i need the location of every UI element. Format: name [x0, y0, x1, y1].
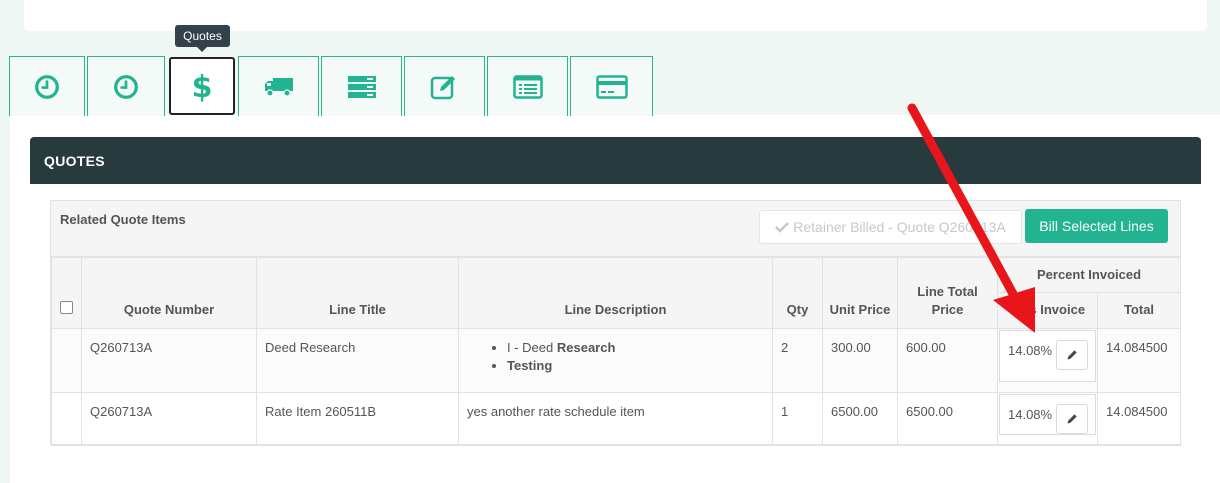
table-row: Q260713A Rate Item 260511B yes another r…: [51, 392, 1182, 446]
col-unit-price: Unit Price: [822, 257, 898, 329]
col-percent-invoiced: Percent Invoiced: [996, 257, 1182, 293]
server-icon: [347, 75, 376, 98]
cell-this-invoice: 14.08%: [997, 392, 1098, 446]
cell-total: 14.084500: [1096, 392, 1182, 446]
cell-line-description: I - Deed Research Testing: [458, 328, 773, 393]
row-select-cell: [51, 392, 82, 446]
invoice-percent-box: 14.08%: [999, 330, 1096, 382]
edit-icon: [430, 75, 455, 99]
truck-icon: [264, 77, 293, 97]
table-row: Q260713A Deed Research I - Deed Research…: [51, 328, 1182, 393]
col-qty: Qty: [772, 257, 823, 329]
select-all-checkbox[interactable]: [60, 301, 73, 314]
check-icon: [775, 222, 790, 233]
svg-text:$: $: [192, 70, 212, 102]
retainer-billed-button[interactable]: Retainer Billed - Quote Q260713A: [759, 210, 1022, 244]
col-line-description: Line Description: [458, 257, 773, 329]
col-line-title: Line Title: [256, 257, 459, 329]
col-total: Total: [1096, 292, 1182, 329]
row-select-cell: [51, 328, 82, 393]
cell-quote-number: Q260713A: [81, 328, 257, 393]
tab-quotes[interactable]: $: [169, 57, 235, 115]
quote-box-title: Related Quote Items: [60, 212, 186, 227]
tab-clock-1[interactable]: [9, 56, 85, 116]
invoice-percent: 14.08%: [1008, 407, 1053, 422]
pencil-icon: [1067, 350, 1077, 360]
quote-box-header: Related Quote Items Retainer Billed - Qu…: [51, 201, 1180, 257]
cell-line-total: 600.00: [897, 328, 998, 393]
description-list: I - Deed Research Testing: [467, 339, 764, 375]
invoice-percent: 14.08%: [1008, 343, 1053, 358]
col-line-total-price: Line Total Price: [897, 257, 998, 329]
cell-line-description: yes another rate schedule item: [458, 392, 773, 446]
cell-unit-price: 300.00: [822, 328, 898, 393]
tab-clock-2[interactable]: [87, 56, 165, 116]
cell-line-total: 6500.00: [897, 392, 998, 446]
edit-percent-button[interactable]: [1056, 404, 1088, 434]
description-bold: Research: [556, 340, 616, 355]
cell-line-title: Deed Research: [256, 328, 459, 393]
clock-icon: [35, 74, 59, 99]
invoice-percent-box: 14.08%: [999, 394, 1096, 435]
col-quote-number: Quote Number: [81, 257, 257, 329]
cell-total: 14.084500: [1096, 328, 1182, 393]
tab-edit[interactable]: [404, 56, 485, 116]
tab-tooltip: Quotes: [175, 25, 230, 52]
dollar-icon: $: [192, 70, 212, 102]
quote-items-box: Related Quote Items Retainer Billed - Qu…: [50, 200, 1182, 446]
bill-selected-lines-button[interactable]: Bill Selected Lines: [1025, 209, 1168, 243]
clock-icon: [114, 74, 138, 99]
select-all-header: [51, 257, 82, 329]
retainer-billed-label: Retainer Billed - Quote Q260713A: [793, 219, 1006, 235]
pencil-icon: [1067, 414, 1077, 424]
tab-shipping[interactable]: [238, 56, 319, 116]
cell-line-title: Rate Item 260511B: [256, 392, 459, 446]
tab-billing[interactable]: [570, 56, 653, 116]
col-this-invoice: This Invoice: [997, 292, 1098, 329]
cell-qty: 1: [772, 392, 823, 446]
panel-header: QUOTES: [30, 137, 1201, 184]
description-bold: Testing: [507, 358, 553, 373]
tab-server[interactable]: [321, 56, 402, 116]
list-icon: [512, 74, 543, 99]
quote-items-table: Quote Number Line Title Line Description…: [51, 257, 1182, 446]
cell-quote-number: Q260713A: [81, 392, 257, 446]
cell-unit-price: 6500.00: [822, 392, 898, 446]
description-text: I - Deed: [507, 340, 557, 355]
edit-percent-button[interactable]: [1056, 340, 1088, 370]
tab-list[interactable]: [487, 56, 568, 116]
description-item: I - Deed Research: [507, 339, 764, 357]
cell-qty: 2: [772, 328, 823, 393]
cell-this-invoice: 14.08%: [997, 328, 1098, 393]
panel-title: QUOTES: [44, 152, 105, 169]
description-item: Testing: [507, 357, 764, 375]
credit-card-icon: [595, 74, 628, 99]
